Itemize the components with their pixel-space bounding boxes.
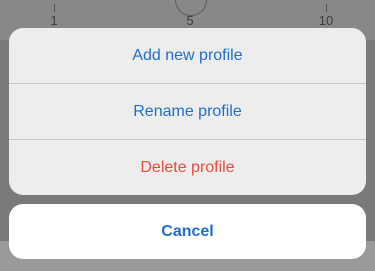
- slider-tick-label: 10: [318, 13, 334, 28]
- rename-profile-button[interactable]: Rename profile: [9, 84, 366, 139]
- slider-tick-mark: [54, 4, 55, 12]
- slider-tick-label: 5: [186, 13, 194, 28]
- add-new-profile-button[interactable]: Add new profile: [9, 28, 366, 83]
- slider-tick-label: 1: [50, 13, 58, 28]
- delete-profile-button[interactable]: Delete profile: [9, 140, 366, 195]
- cancel-button[interactable]: Cancel: [9, 204, 366, 259]
- slider-tick-mark: [326, 4, 327, 12]
- action-sheet: Add new profile Rename profile Delete pr…: [9, 28, 366, 195]
